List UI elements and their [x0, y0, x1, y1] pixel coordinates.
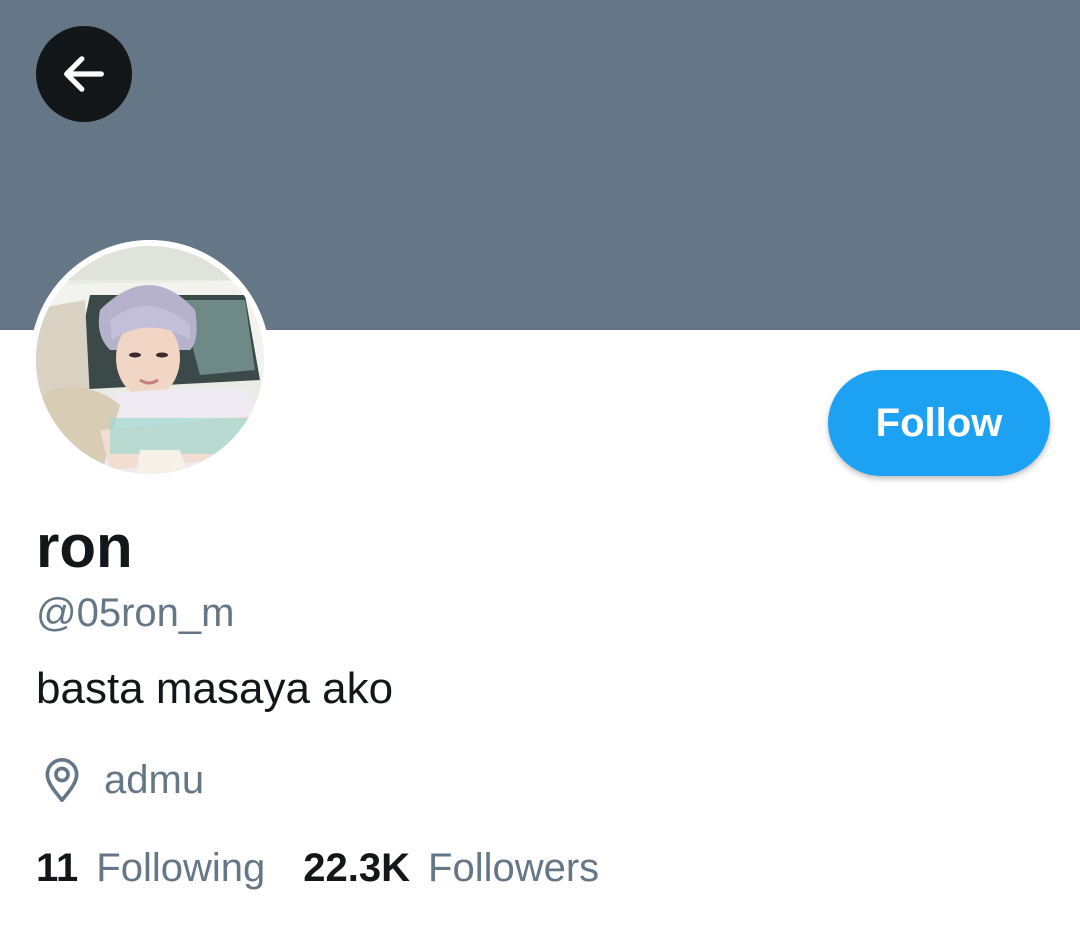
- back-button[interactable]: [36, 26, 132, 122]
- profile-page: Follow ron @05ron_m basta masaya ako adm…: [0, 0, 1080, 926]
- follow-button[interactable]: Follow: [828, 370, 1050, 476]
- user-location: admu: [40, 752, 204, 808]
- following-label: Following: [96, 846, 266, 890]
- followers-label: Followers: [428, 846, 600, 890]
- following-count: 11: [36, 846, 79, 890]
- user-bio: basta masaya ako: [36, 664, 394, 713]
- arrow-left-icon: [64, 56, 104, 92]
- location-pin-icon: [45, 758, 79, 802]
- display-name: ron: [36, 513, 133, 580]
- user-handle: @05ron_m: [36, 591, 235, 635]
- avatar[interactable]: [30, 240, 270, 480]
- followers-count: 22.3K: [303, 846, 411, 890]
- followers-link[interactable]: 22.3K Followers: [303, 840, 599, 896]
- follow-stats: 11 Following 22.3K Followers: [36, 840, 637, 896]
- avatar-image: [30, 240, 270, 480]
- location-label: admu: [104, 757, 205, 802]
- following-link[interactable]: 11 Following: [36, 840, 265, 896]
